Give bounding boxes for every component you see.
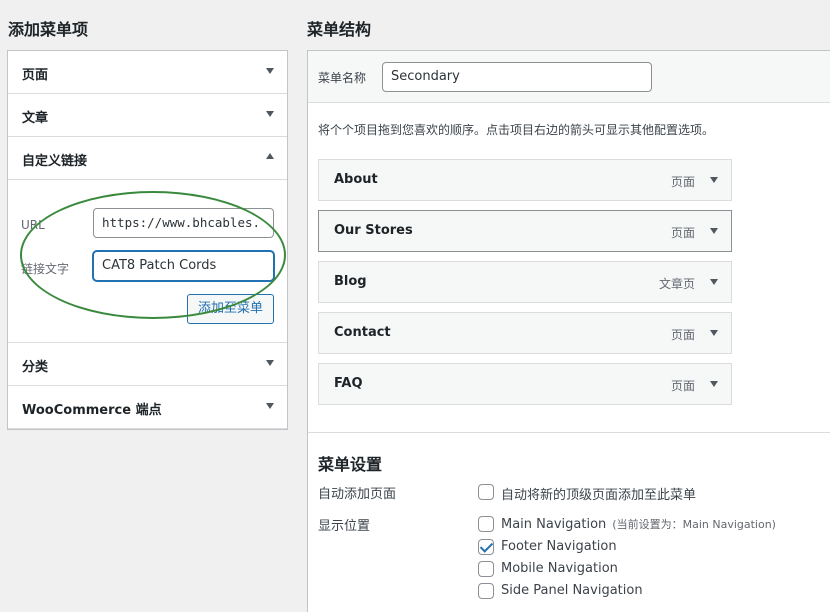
location-checkbox-main[interactable] bbox=[478, 516, 494, 532]
location-note: (当前设置为：Main Navigation) bbox=[612, 518, 776, 531]
divider bbox=[308, 432, 830, 433]
accordion-posts[interactable]: 文章 bbox=[8, 94, 287, 137]
chevron-down-icon bbox=[266, 403, 274, 409]
menu-item[interactable]: Contact 页面 bbox=[318, 312, 732, 354]
menu-item-title: Our Stores bbox=[334, 223, 413, 238]
chevron-down-icon[interactable] bbox=[710, 330, 718, 336]
menu-item[interactable]: Our Stores 页面 bbox=[318, 210, 732, 252]
accordion-custom-links[interactable]: 自定义链接 bbox=[8, 137, 287, 180]
menu-item[interactable]: About 页面 bbox=[318, 159, 732, 201]
menu-item-title: FAQ bbox=[334, 376, 363, 391]
menu-item-type: 文章页 bbox=[658, 277, 695, 291]
menu-structure-heading: 菜单结构 bbox=[307, 20, 372, 39]
chevron-down-icon bbox=[266, 68, 274, 74]
location-checkbox-side-panel[interactable] bbox=[478, 583, 494, 599]
accordion-categories[interactable]: 分类 bbox=[8, 343, 287, 386]
custom-links-body: URL https://www.bhcables. 链接文字 CAT8 Patc… bbox=[8, 180, 287, 343]
chevron-down-icon[interactable] bbox=[710, 381, 718, 387]
menu-item-title: Blog bbox=[334, 274, 367, 289]
menu-item-type: 页面 bbox=[670, 328, 695, 342]
menu-item-title: Contact bbox=[334, 325, 391, 340]
menu-item-title: About bbox=[334, 172, 378, 187]
url-input[interactable]: https://www.bhcables. bbox=[93, 208, 274, 238]
chevron-down-icon[interactable] bbox=[710, 279, 718, 285]
location-label-main: Main Navigation (当前设置为：Main Navigation) bbox=[501, 517, 776, 532]
add-menu-items-panel: 页面 文章 自定义链接 URL https://www.bhcables. 链接… bbox=[7, 50, 288, 430]
url-label: URL bbox=[21, 218, 45, 232]
auto-add-label: 自动添加页面 bbox=[318, 487, 397, 502]
link-text-input[interactable]: CAT8 Patch Cords bbox=[93, 251, 274, 281]
menu-item[interactable]: FAQ 页面 bbox=[318, 363, 732, 405]
menu-name-input[interactable]: Secondary bbox=[382, 62, 652, 92]
accordion-categories-title: 分类 bbox=[22, 360, 49, 375]
menu-name-bar: 菜单名称 Secondary bbox=[308, 51, 830, 103]
menu-structure-panel: 菜单名称 Secondary 将个个项目拖到您喜欢的顺序。点击项目右边的箭头可显… bbox=[307, 50, 830, 612]
chevron-down-icon[interactable] bbox=[710, 228, 718, 234]
accordion-woocommerce-title: WooCommerce 端点 bbox=[22, 403, 162, 418]
chevron-up-icon bbox=[266, 153, 274, 159]
accordion-custom-links-title: 自定义链接 bbox=[22, 154, 88, 169]
menu-settings-heading: 菜单设置 bbox=[318, 455, 383, 474]
link-text-label: 链接文字 bbox=[21, 262, 70, 276]
menu-item-type: 页面 bbox=[670, 226, 695, 240]
accordion-pages-title: 页面 bbox=[22, 68, 49, 83]
accordion-pages[interactable]: 页面 bbox=[8, 51, 287, 94]
menu-item-type: 页面 bbox=[670, 379, 695, 393]
location-label-mobile: Mobile Navigation bbox=[501, 561, 618, 576]
menu-instructions: 将个个项目拖到您喜欢的顺序。点击项目右边的箭头可显示其他配置选项。 bbox=[318, 123, 715, 137]
location-label-footer: Footer Navigation bbox=[501, 539, 617, 554]
add-menu-items-heading: 添加菜单项 bbox=[8, 20, 89, 39]
chevron-down-icon[interactable] bbox=[710, 177, 718, 183]
location-label-side-panel: Side Panel Navigation bbox=[501, 583, 643, 598]
location-checkbox-footer[interactable] bbox=[478, 539, 494, 555]
chevron-down-icon bbox=[266, 111, 274, 117]
location-checkbox-mobile[interactable] bbox=[478, 561, 494, 577]
chevron-down-icon bbox=[266, 360, 274, 366]
auto-add-option-label: 自动将新的顶级页面添加至此菜单 bbox=[501, 488, 697, 503]
accordion-woocommerce[interactable]: WooCommerce 端点 bbox=[8, 386, 287, 429]
menu-item-type: 页面 bbox=[670, 175, 695, 189]
accordion-posts-title: 文章 bbox=[22, 111, 49, 126]
menu-name-label: 菜单名称 bbox=[318, 71, 367, 85]
menu-item[interactable]: Blog 文章页 bbox=[318, 261, 732, 303]
add-to-menu-button[interactable]: 添加至菜单 bbox=[187, 294, 274, 324]
display-location-label: 显示位置 bbox=[318, 519, 371, 534]
auto-add-checkbox[interactable] bbox=[478, 484, 494, 500]
